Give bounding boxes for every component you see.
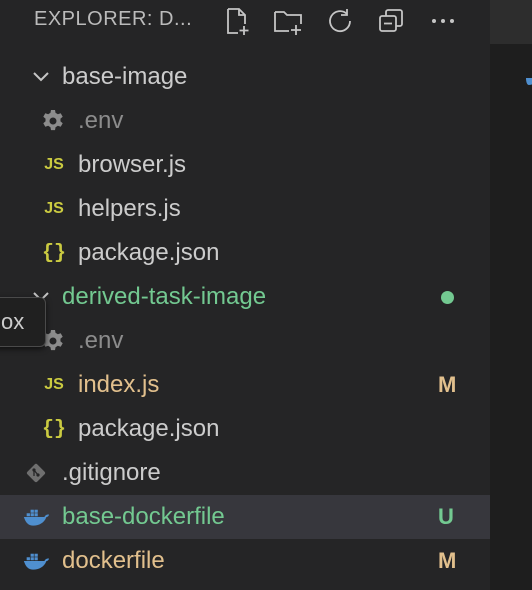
file-env[interactable]: .env <box>0 99 490 143</box>
folder-base-image[interactable]: base-image <box>0 55 490 99</box>
file-browser-js[interactable]: JS browser.js <box>0 143 490 187</box>
chevron-down-icon <box>31 67 51 87</box>
git-status-badge: M <box>438 548 457 573</box>
new-file-button[interactable] <box>219 3 255 39</box>
tooltip-text: ox <box>1 309 25 334</box>
folder-label: derived-task-image <box>62 283 267 310</box>
js-icon: JS <box>44 156 64 173</box>
file-label: package.json <box>78 415 220 442</box>
explorer-header: EXPLORER: D... <box>0 0 490 44</box>
docker-icon <box>526 70 532 91</box>
refresh-icon <box>329 9 351 33</box>
git-status-badge: M <box>438 372 457 397</box>
folder-derived-task-image[interactable]: derived-task-image <box>0 275 490 319</box>
hover-tooltip: ox <box>0 297 46 347</box>
js-icon: JS <box>44 200 64 217</box>
file-env[interactable]: .env <box>0 319 490 363</box>
file-package-json[interactable]: {} package.json <box>0 231 490 275</box>
file-label: .gitignore <box>62 459 161 486</box>
collapse-all-icon <box>379 9 403 32</box>
file-label: .env <box>78 107 124 134</box>
new-folder-button[interactable] <box>270 3 306 39</box>
file-gitignore[interactable]: .gitignore <box>0 451 490 495</box>
more-actions-icon <box>432 19 454 23</box>
changes-dot-indicator <box>441 290 454 304</box>
file-package-json[interactable]: {} package.json <box>0 407 490 451</box>
git-icon <box>22 458 50 488</box>
more-actions-button[interactable] <box>425 3 461 39</box>
file-label: package.json <box>78 239 220 266</box>
file-label: .env <box>78 327 124 354</box>
json-icon: {} <box>41 241 66 265</box>
file-label: dockerfile <box>62 547 165 574</box>
editor-area-edge <box>490 0 532 590</box>
file-index-js[interactable]: JS index.js M <box>0 363 490 407</box>
docker-icon <box>22 502 50 532</box>
docker-icon <box>22 546 50 576</box>
explorer-title: EXPLORER: D... <box>34 8 193 30</box>
file-label: base-dockerfile <box>62 503 225 530</box>
collapse-all-button[interactable] <box>373 3 409 39</box>
gear-icon <box>39 106 67 136</box>
file-dockerfile[interactable]: dockerfile M <box>0 539 490 583</box>
explorer-panel: EXPLORER: D... base-image .env JS browse… <box>0 0 490 590</box>
file-label: helpers.js <box>78 195 181 222</box>
refresh-button[interactable] <box>322 3 358 39</box>
editor-tab-edge[interactable] <box>490 0 532 44</box>
git-status-badge: U <box>438 504 454 529</box>
file-base-dockerfile[interactable]: base-dockerfile U <box>0 495 490 539</box>
new-folder-icon <box>274 11 302 35</box>
folder-label: base-image <box>62 63 188 90</box>
json-icon: {} <box>41 417 66 441</box>
file-helpers-js[interactable]: JS helpers.js <box>0 187 490 231</box>
file-label: index.js <box>78 371 160 398</box>
js-icon: JS <box>44 376 64 393</box>
file-label: browser.js <box>78 151 187 178</box>
new-file-icon <box>227 8 249 35</box>
